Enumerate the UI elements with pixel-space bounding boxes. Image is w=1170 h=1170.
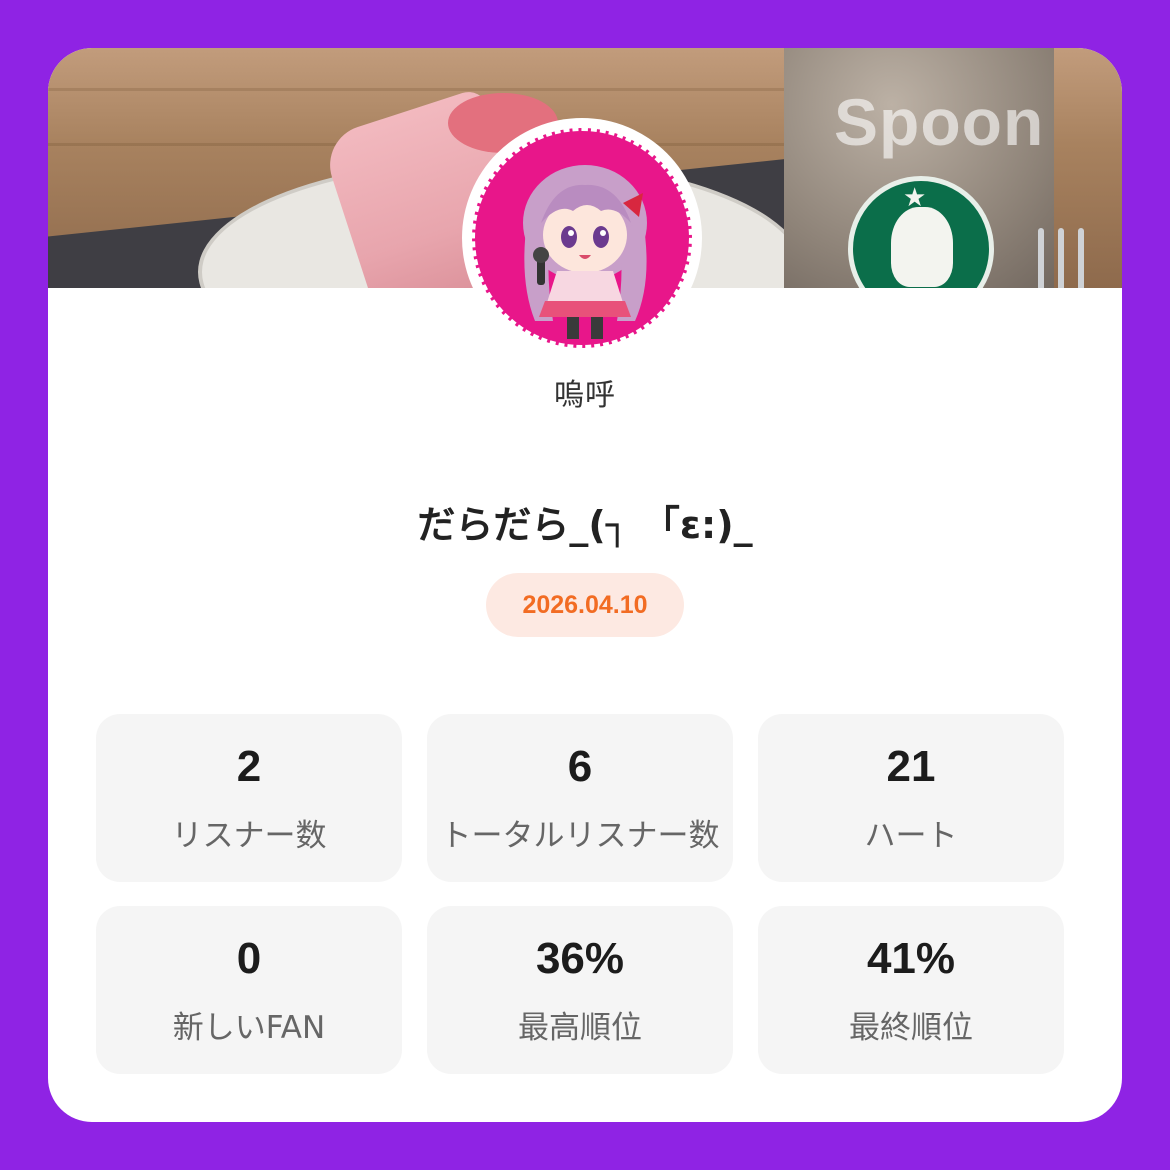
stat-label: 最終順位 bbox=[849, 1010, 973, 1046]
stat-value: 2 bbox=[236, 742, 262, 791]
stat-value: 21 bbox=[886, 742, 936, 791]
stat-value: 41% bbox=[866, 934, 956, 983]
stat-label: 新しいFAN bbox=[172, 1010, 326, 1046]
spoon-logo: Spoon bbox=[834, 85, 1045, 159]
stat-total-listeners: 6 トータルリスナー数 bbox=[427, 714, 733, 882]
avatar[interactable] bbox=[462, 118, 702, 358]
broadcast-report-card: ★ Spoon 嗚呼 だらだら_(┐ 「ε:)_ 2026.04.10 2 リス… bbox=[48, 48, 1122, 1122]
stat-label: 最高順位 bbox=[518, 1010, 642, 1046]
broadcast-date: 2026.04.10 bbox=[522, 591, 648, 619]
stat-new-fans: 0 新しいFAN bbox=[96, 906, 402, 1074]
username: 嗚呼 bbox=[554, 378, 616, 413]
stat-value: 0 bbox=[236, 934, 262, 983]
stat-value: 36% bbox=[535, 934, 625, 983]
broadcast-date-badge: 2026.04.10 bbox=[486, 573, 684, 637]
avatar-image bbox=[472, 128, 692, 348]
stat-label: ハート bbox=[864, 818, 958, 854]
stat-label: トータルリスナー数 bbox=[440, 818, 720, 854]
stat-value: 6 bbox=[567, 742, 593, 791]
stats-grid: 2 リスナー数 6 トータルリスナー数 21 ハート 0 新しいFAN 36% … bbox=[96, 714, 1064, 1074]
stat-listeners: 2 リスナー数 bbox=[96, 714, 402, 882]
character-illustration bbox=[523, 165, 647, 339]
stat-highest-rank: 36% 最高順位 bbox=[427, 906, 733, 1074]
stat-label: リスナー数 bbox=[171, 818, 327, 854]
stat-final-rank: 41% 最終順位 bbox=[758, 906, 1064, 1074]
stat-hearts: 21 ハート bbox=[758, 714, 1064, 882]
broadcast-title: だらだら_(┐ 「ε:)_ bbox=[417, 503, 753, 547]
